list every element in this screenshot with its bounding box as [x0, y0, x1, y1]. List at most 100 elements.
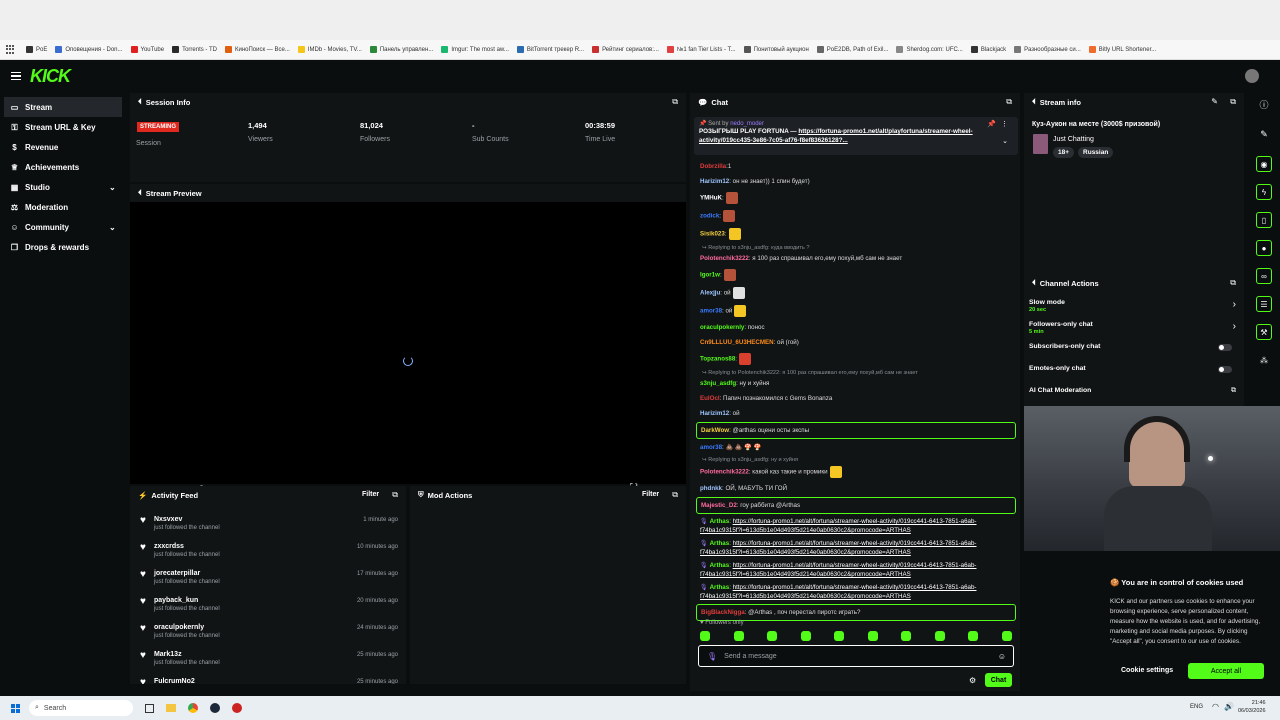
bookmark-item[interactable]: Sherdog.com: UFC... [896, 46, 963, 53]
toggle-switch[interactable] [1218, 366, 1232, 373]
stream-tag[interactable]: 18+ [1053, 147, 1075, 158]
popout-icon[interactable]: ⧉ [1006, 97, 1012, 107]
chat-username[interactable]: Arthas [710, 540, 730, 547]
send-chat-button[interactable]: Chat [985, 673, 1012, 687]
task-view-icon[interactable] [145, 703, 154, 713]
bookmark-item[interactable]: PoE [26, 46, 47, 53]
bookmark-item[interactable]: Bitly URL Shortener... [1088, 46, 1156, 53]
bookmark-item[interactable]: Blackjack [970, 46, 1006, 53]
apps-grid-icon[interactable] [6, 44, 16, 55]
chat-username[interactable]: Arthas [710, 562, 730, 569]
obs-icon[interactable] [232, 703, 242, 713]
bookmark-item[interactable]: Панель управлен... [369, 46, 433, 53]
video-player[interactable]: ▶ 🔈 ▣ ▤ ⛶ [130, 202, 686, 494]
mod-filter-button[interactable]: Filter [642, 491, 659, 498]
bookmark-item[interactable]: Разнообразные си... [1014, 46, 1081, 53]
follower-name[interactable]: FulcrumNo2 [154, 678, 195, 684]
bookmark-item[interactable]: Imgur: The most aw... [441, 46, 509, 53]
sidebar-item-community[interactable]: ☺ Community ⌄ [0, 217, 128, 237]
chat-input[interactable]: 🎙 Send a message ☺ [698, 645, 1014, 667]
hamburger-menu-icon[interactable] [11, 71, 21, 81]
chat-username[interactable]: YMHuK [700, 195, 722, 202]
reply-reference[interactable]: ↪ Replying to s3nju_asdfg: ну и хуйня [690, 455, 1010, 463]
sidebar-item-moderation[interactable]: ⚖ Moderation [0, 197, 128, 217]
chrome-icon[interactable] [188, 703, 198, 713]
camera-icon[interactable]: ◉ [1256, 156, 1272, 172]
sidebar-item-revenue[interactable]: $ Revenue [0, 137, 128, 157]
edit-pencil-icon[interactable]: ✎ [1211, 97, 1218, 106]
bookmark-item[interactable]: Оповещения - Don... [55, 46, 123, 53]
wrench-icon[interactable]: ⚒ [1256, 324, 1272, 340]
chat-username[interactable]: amor38 [700, 444, 722, 451]
taskbar-search[interactable]: ⌕ Search [29, 700, 133, 716]
chat-username[interactable]: Harizim12 [700, 178, 729, 185]
wifi-icon[interactable]: ◠ [1212, 702, 1219, 711]
popout-icon[interactable]: ⧉ [672, 490, 678, 500]
bookmark-item[interactable]: YouTube [130, 46, 164, 53]
channel-action-item[interactable]: Followers-only chat 5 min › [1024, 318, 1244, 340]
chat-username[interactable]: Harizim12 [700, 410, 729, 417]
chat-username[interactable]: Sisik023 [700, 231, 725, 238]
chat-username[interactable]: Dobrzilla [700, 163, 726, 170]
language-indicator[interactable]: ENG [1190, 704, 1203, 710]
reply-reference[interactable]: ↪ Replying to s3nju_asdfg: куда вводить … [690, 243, 1010, 251]
chat-username[interactable]: Alexjju [700, 290, 720, 297]
activity-filter-button[interactable]: Filter [362, 491, 379, 498]
sidebar-item-achievements[interactable]: ♕ Achievements [0, 157, 128, 177]
category-name[interactable]: Just Chatting [1053, 136, 1094, 143]
follower-name[interactable]: zxxcrdss [154, 543, 220, 550]
settings-gear-icon[interactable]: ⚙ [969, 676, 976, 685]
sidebar-item-studio[interactable]: ▦ Studio ⌄ [0, 177, 128, 197]
popout-icon[interactable]: ⧉ [672, 97, 678, 107]
follower-name[interactable]: payback_kun [154, 597, 220, 604]
more-options-icon[interactable]: ⋮ [1001, 120, 1008, 128]
chat-username[interactable]: Majestic_D2 [701, 502, 737, 509]
info-icon[interactable]: ⓘ [1256, 96, 1272, 112]
chat-username[interactable]: phdnkk [700, 485, 722, 492]
chat-username[interactable]: oraculpokernly [700, 324, 744, 331]
bookmark-item[interactable]: Рейтинг сериалов:... [592, 46, 659, 53]
emote-quick-icon[interactable] [800, 631, 811, 641]
lightning-icon[interactable]: ϟ [1256, 184, 1272, 200]
mic-icon[interactable]: 🎙 [707, 652, 717, 661]
sidebar-item-drops-rewards[interactable]: ❒ Drops & rewards [0, 237, 128, 257]
chat-username[interactable]: zodick [700, 213, 719, 220]
server-icon[interactable]: ☰ [1256, 296, 1272, 312]
stream-tag[interactable]: Russian [1078, 147, 1114, 158]
chat-username[interactable]: DarkWow [701, 427, 729, 434]
channel-action-item[interactable]: Subscribers-only chat [1024, 340, 1244, 362]
chat-link[interactable]: https://fortuna-promo1.net/alt/fortuna/s… [700, 562, 977, 578]
pencil-icon[interactable]: ✎ [1256, 126, 1272, 142]
file-explorer-icon[interactable] [166, 704, 176, 712]
chat-username[interactable]: BigBlackNigga [701, 609, 745, 616]
popout-icon[interactable]: ⧉ [392, 490, 398, 500]
emote-quick-icon[interactable] [767, 631, 778, 641]
channel-action-item[interactable]: Emotes-only chat [1024, 362, 1244, 384]
clock-time[interactable]: 21:46 [1238, 699, 1266, 707]
reply-reference[interactable]: ↪ Replying to Polotenchik3222: я 100 раз… [690, 368, 1010, 376]
document-icon[interactable]: ▯ [1256, 212, 1272, 228]
bookmark-item[interactable]: Понитовый аукцион [743, 46, 809, 53]
chat-username[interactable]: Cn9LLLUU_6U3HECMEN [700, 339, 774, 346]
emote-quick-icon[interactable] [700, 631, 710, 641]
chat-username[interactable]: Igor1w [700, 272, 720, 279]
bookmark-item[interactable]: КиноПоиск — Все... [225, 46, 290, 53]
popout-icon[interactable]: ⧉ [1230, 97, 1236, 107]
link-icon[interactable]: ∞ [1256, 268, 1272, 284]
chat-username[interactable]: s3nju_asdfg [700, 380, 736, 387]
chat-username[interactable]: amor38 [700, 308, 722, 315]
pin-toggle-icon[interactable]: 📌 [987, 120, 996, 128]
bookmark-item[interactable]: №1 fan Tier Lists - T... [666, 46, 736, 53]
chat-link[interactable]: https://fortuna-promo1.net/alt/fortuna/s… [700, 518, 977, 534]
popout-icon[interactable]: ⧉ [1230, 278, 1236, 288]
chat-username[interactable]: Polotenchik3222 [700, 255, 749, 262]
follower-name[interactable]: jorecaterpillar [154, 570, 220, 577]
emote-quick-icon[interactable] [1001, 631, 1012, 641]
sidebar-item-stream[interactable]: ▭ Stream [4, 97, 122, 117]
emote-quick-icon[interactable] [834, 631, 845, 641]
chat-username[interactable]: Arthas [710, 584, 730, 591]
chat-username[interactable]: Arthas [710, 518, 730, 525]
chat-username[interactable]: Topzanos88 [700, 356, 735, 363]
follower-name[interactable]: Mark13z [154, 651, 220, 658]
chat-username[interactable]: Polotenchik3222 [700, 469, 749, 476]
